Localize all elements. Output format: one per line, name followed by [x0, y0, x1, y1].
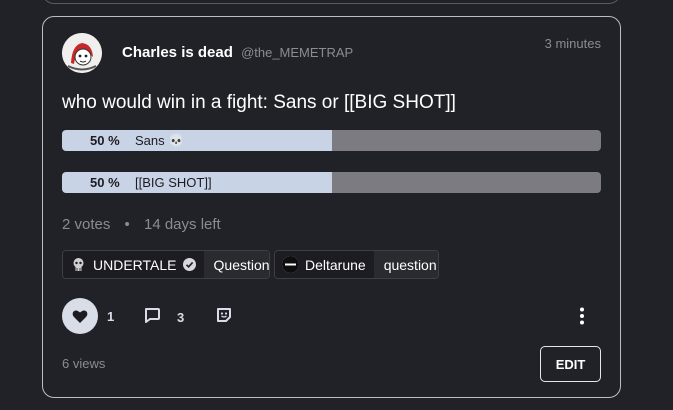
tag-community: UNDERTALE — [63, 251, 204, 278]
poll-option-label: [[BIG SHOT]] — [135, 175, 212, 190]
tag-community: Deltarune — [275, 251, 374, 278]
poll-option-sans[interactable]: 50 % Sans 💀 — [62, 130, 601, 151]
poll-option-label: Sans 💀 — [135, 133, 185, 148]
avatar-image — [62, 33, 102, 73]
post-timestamp: 3 minutes — [544, 36, 601, 51]
view-count: 6 views — [62, 356, 106, 371]
avatar[interactable] — [62, 33, 102, 73]
tag-flair: Question — [203, 251, 270, 278]
skull-icon — [70, 256, 87, 273]
comment-icon — [143, 306, 161, 329]
tag-community-name: UNDERTALE — [93, 256, 177, 273]
poll-question: who would win in a fight: Sans or [[BIG … — [62, 92, 456, 113]
comment-count: 3 — [177, 310, 185, 325]
tag-undertale[interactable]: UNDERTALE Question — [62, 250, 270, 279]
tag-deltarune[interactable]: Deltarune question — [274, 250, 439, 279]
poll-meta: 2 votes • 14 days left — [62, 216, 221, 233]
more-vertical-icon[interactable] — [577, 306, 587, 326]
deltarune-logo-icon — [282, 256, 299, 273]
tag-community-name: Deltarune — [305, 256, 366, 273]
vote-count: 2 votes — [62, 216, 111, 233]
tag-flair-label: Question — [213, 256, 270, 273]
post-author: Charles is dead @the_MEMETRAP — [122, 44, 353, 61]
comment-button[interactable]: 3 — [143, 306, 184, 329]
author-name[interactable]: Charles is dead — [122, 44, 233, 61]
time-remaining: 14 days left — [143, 216, 221, 233]
verified-badge-icon — [182, 258, 196, 271]
sticker-button[interactable] — [215, 306, 233, 329]
poll-option-percent: 50 % — [90, 133, 120, 148]
post-card: Charles is dead @the_MEMETRAP 3 minutes … — [42, 16, 621, 398]
poll-option-big-shot[interactable]: 50 % [[BIG SHOT]] — [62, 172, 601, 193]
tag-flair: question — [373, 251, 438, 278]
previous-post-card — [42, 0, 621, 4]
like-button[interactable]: 1 — [62, 298, 114, 334]
author-handle[interactable]: @the_MEMETRAP — [241, 45, 353, 60]
like-count: 1 — [107, 308, 115, 324]
poll-option-percent: 50 % — [90, 175, 120, 190]
meta-separator: • — [124, 216, 130, 233]
edit-button[interactable]: EDIT — [540, 346, 601, 382]
sticker-icon — [215, 306, 233, 329]
tag-flair-label: question — [383, 256, 437, 273]
heart-icon — [62, 298, 98, 334]
